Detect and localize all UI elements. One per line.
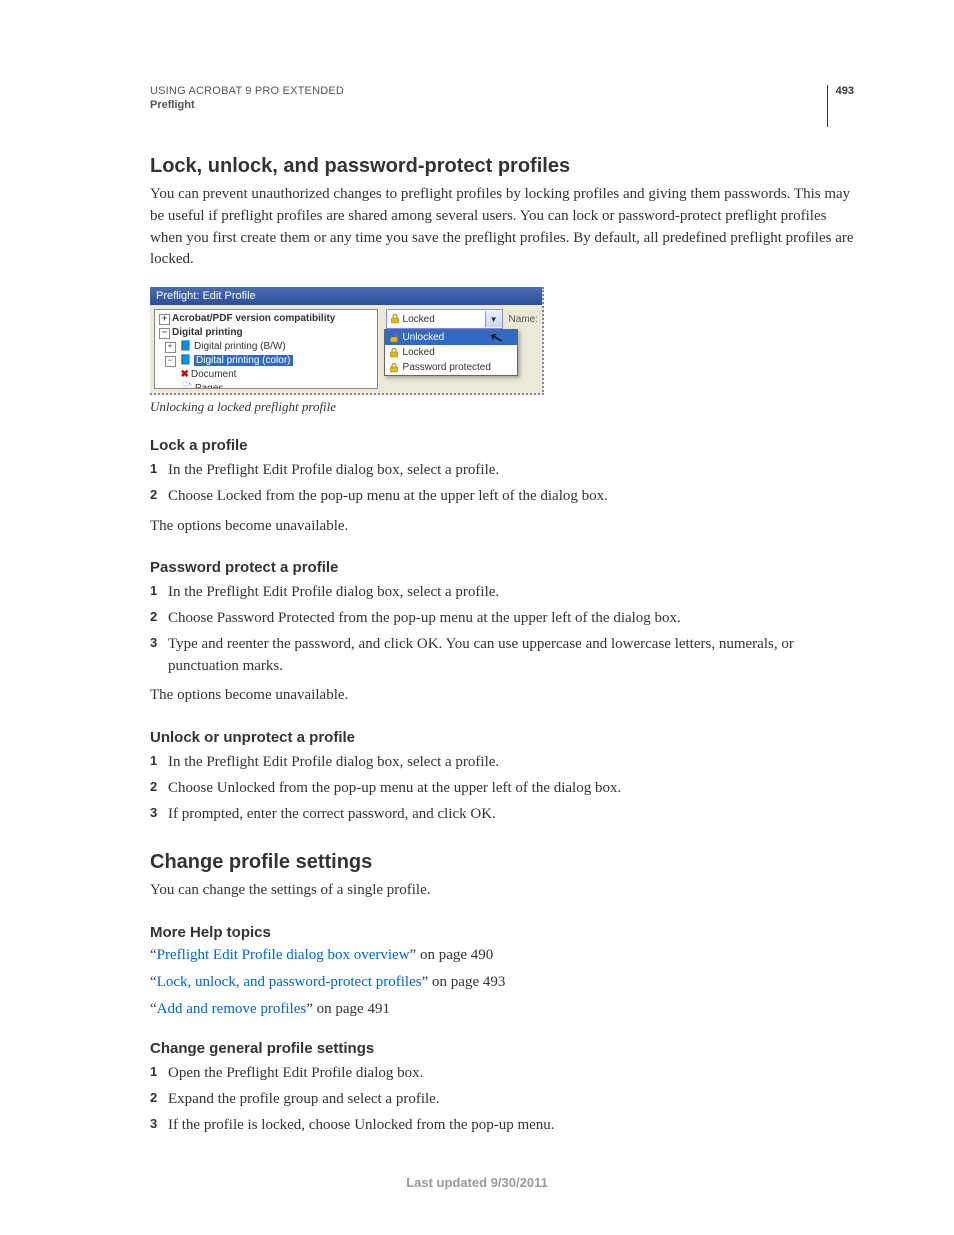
figure-edit-profile: Preflight: Edit Profile +Acrobat/PDF ver… [150, 287, 544, 395]
step-item: Choose Unlocked from the pop-up menu at … [150, 778, 854, 800]
lock-icon [390, 314, 400, 324]
help-link[interactable]: Preflight Edit Profile dialog box overvi… [157, 947, 410, 963]
tree-node[interactable]: ✖Document [157, 368, 375, 382]
tree-node[interactable]: +Acrobat/PDF version compatibility [157, 312, 375, 326]
figure-caption: Unlocking a locked preflight profile [150, 399, 854, 415]
last-updated-footer: Last updated 9/30/2011 [0, 1175, 954, 1190]
step-item: If prompted, enter the correct password,… [150, 804, 854, 826]
heading-unlock: Unlock or unprotect a profile [150, 729, 854, 746]
tree-node-selected[interactable]: −📘Digital printing (color) [157, 354, 375, 368]
pages-icon: 📄 [180, 383, 192, 389]
menu-item-password[interactable]: Password protected [385, 360, 517, 375]
chapter-name: Preflight [150, 99, 344, 111]
step-item: Open the Preflight Edit Profile dialog b… [150, 1063, 854, 1085]
expand-icon[interactable]: + [165, 342, 176, 353]
help-link-row: “Add and remove profiles” on page 491 [150, 1001, 854, 1018]
intro-paragraph: You can prevent unauthorized changes to … [150, 184, 854, 271]
chevron-down-icon[interactable]: ▼ [485, 311, 502, 327]
heading-password-protect: Password protect a profile [150, 559, 854, 576]
step-item: Expand the profile group and select a pr… [150, 1089, 854, 1111]
heading-lock-unlock: Lock, unlock, and password-protect profi… [150, 155, 854, 178]
heading-more-help: More Help topics [150, 924, 854, 941]
dialog-title: Preflight: Edit Profile [150, 287, 542, 305]
product-name: USING ACROBAT 9 PRO EXTENDED [150, 85, 344, 97]
help-link-row: “Lock, unlock, and password-protect prof… [150, 974, 854, 991]
page-number: 493 [827, 85, 854, 127]
lock-state-dropdown[interactable]: Locked ▼ [386, 309, 503, 329]
step-item: If the profile is locked, choose Unlocke… [150, 1115, 854, 1137]
help-link-row: “Preflight Edit Profile dialog box overv… [150, 947, 854, 964]
step-item: In the Preflight Edit Profile dialog box… [150, 582, 854, 604]
tree-node[interactable]: 📄Pages [157, 382, 375, 389]
step-item: Choose Password Protected from the pop-u… [150, 608, 854, 630]
heading-change-settings: Change profile settings [150, 851, 854, 874]
tree-node[interactable]: −Digital printing [157, 326, 375, 340]
collapse-icon[interactable]: − [165, 356, 176, 367]
expand-icon[interactable]: + [159, 314, 170, 325]
step-item: Type and reenter the password, and click… [150, 634, 854, 678]
running-header: USING ACROBAT 9 PRO EXTENDED Preflight [150, 85, 344, 111]
step-item: Choose Locked from the pop-up menu at th… [150, 486, 854, 508]
help-link[interactable]: Lock, unlock, and password-protect profi… [157, 974, 422, 990]
step-item: In the Preflight Edit Profile dialog box… [150, 752, 854, 774]
collapse-icon[interactable]: − [159, 328, 170, 339]
name-field-label: Name: [509, 314, 538, 325]
delete-icon: ✖ [180, 369, 188, 380]
unlock-icon [389, 333, 399, 343]
help-link[interactable]: Add and remove profiles [157, 1001, 307, 1017]
heading-change-general: Change general profile settings [150, 1040, 854, 1057]
profile-tree[interactable]: +Acrobat/PDF version compatibility −Digi… [154, 309, 378, 389]
result-text: The options become unavailable. [150, 685, 854, 707]
heading-lock-a-profile: Lock a profile [150, 437, 854, 454]
lock-icon [389, 348, 399, 358]
tree-node[interactable]: +📘Digital printing (B/W) [157, 340, 375, 354]
lock-icon [389, 363, 399, 373]
dropdown-selected-label: Locked [403, 314, 435, 325]
result-text: The options become unavailable. [150, 516, 854, 538]
step-item: In the Preflight Edit Profile dialog box… [150, 460, 854, 482]
section-intro: You can change the settings of a single … [150, 880, 854, 902]
